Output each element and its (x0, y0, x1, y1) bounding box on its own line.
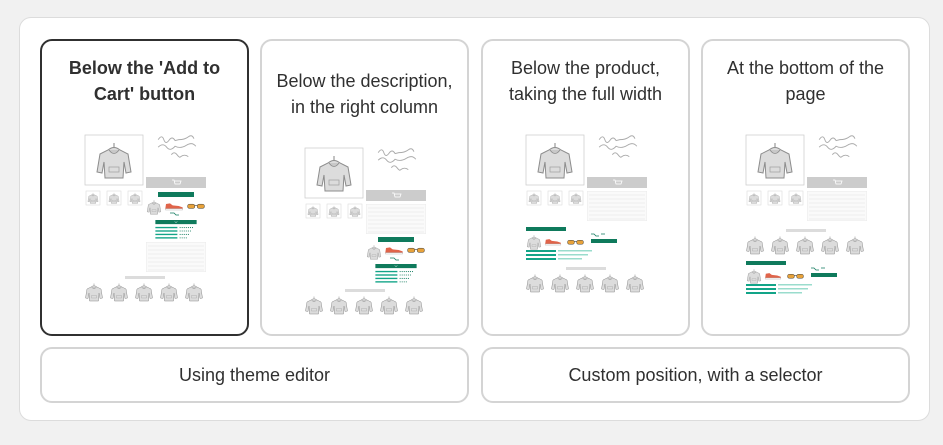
thumbnail-row (526, 190, 584, 206)
cart-icon (146, 177, 206, 188)
thumbnail-row (305, 203, 363, 219)
cart-icon (366, 190, 426, 201)
product-title-scribble (157, 135, 197, 158)
sneaker-icon (765, 272, 781, 280)
recommendation-block (526, 227, 617, 250)
description-text-block (146, 242, 206, 272)
product-grid (305, 296, 423, 315)
layout-preview-illustration (84, 134, 206, 302)
product-grid (746, 236, 864, 255)
thumbnail-row (746, 190, 804, 206)
recommendation-block (746, 261, 837, 284)
product-title-scribble (818, 135, 858, 158)
section-divider (786, 229, 826, 232)
sneaker-icon (165, 203, 183, 211)
placement-option-below-add-to-cart[interactable]: Below the 'Add to Cart' button (40, 39, 249, 336)
placement-option-bottom-of-page[interactable]: At the bottom of the page (701, 39, 910, 336)
reviews-widget (154, 220, 198, 240)
section-divider (345, 289, 385, 292)
product-grid (85, 283, 203, 302)
theme-editor-button[interactable]: Using theme editor (40, 347, 469, 403)
placement-option-below-product-full-width[interactable]: Below the product, taking the full width (481, 39, 690, 336)
cart-icon (807, 177, 867, 188)
reviews-widget (374, 264, 418, 284)
reviews-widget (526, 250, 592, 260)
product-title-scribble (377, 148, 417, 171)
layout-preview-illustration (525, 134, 647, 293)
sunglasses-icon (407, 247, 425, 253)
section-divider (125, 276, 165, 279)
reviews-widget (746, 284, 812, 294)
sunglasses-icon (187, 203, 205, 209)
placement-panel: Below the 'Add to Cart' button Below the… (19, 17, 930, 421)
sneaker-icon (545, 238, 561, 246)
product-grid (526, 274, 644, 293)
placement-option-below-description[interactable]: Below the description, in the right colu… (260, 39, 469, 336)
section-divider (566, 267, 606, 270)
sunglasses-icon (787, 273, 804, 279)
sunglasses-icon (567, 239, 584, 245)
description-text-block (366, 204, 426, 234)
layout-preview-illustration (304, 147, 426, 315)
sneaker-icon (385, 247, 403, 255)
product-title-scribble (598, 135, 638, 158)
custom-selector-button[interactable]: Custom position, with a selector (481, 347, 910, 403)
thumbnail-row (85, 190, 143, 206)
cart-icon (587, 177, 647, 188)
description-text-block (807, 191, 867, 221)
recommendation-block (146, 192, 205, 216)
description-text-block (587, 191, 647, 221)
recommendation-block (366, 237, 425, 261)
layout-preview-illustration (745, 134, 867, 294)
